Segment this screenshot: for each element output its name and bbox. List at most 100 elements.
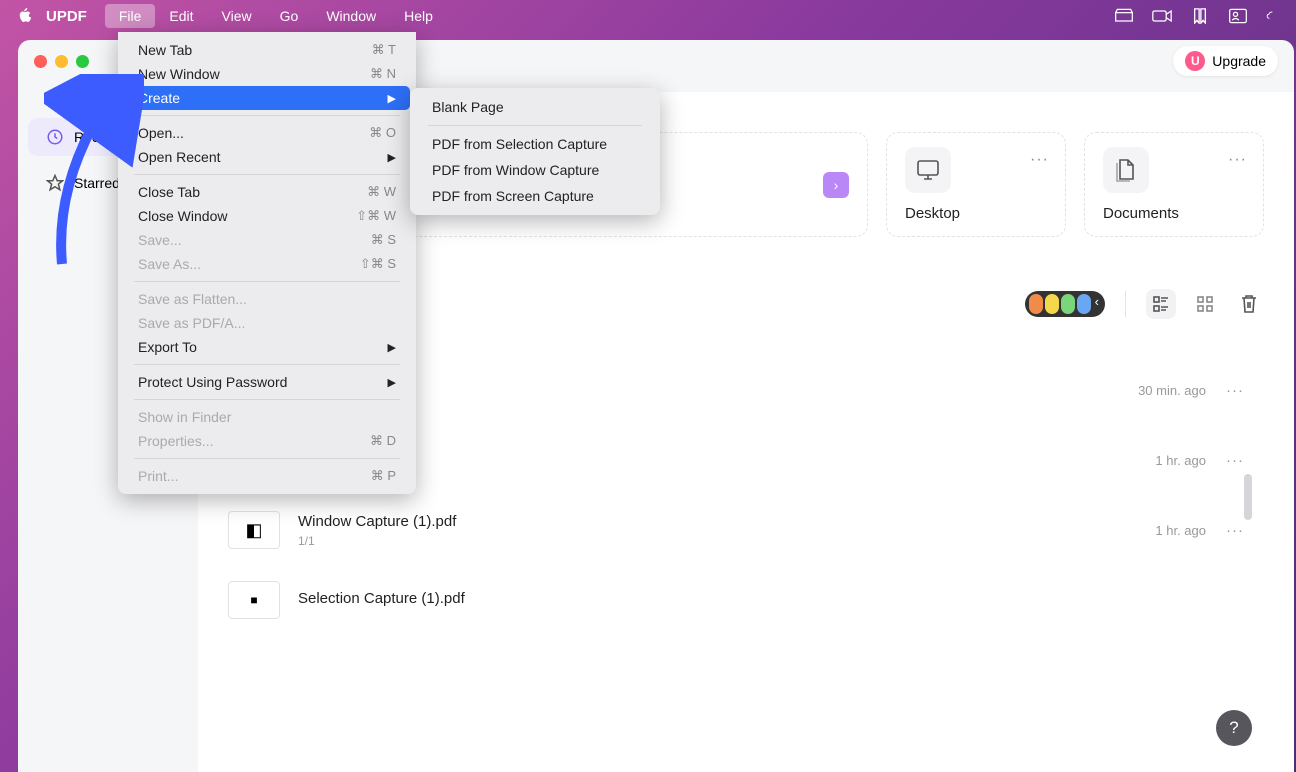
file-row[interactable]: ◧ Window Capture (1).pdf 1/1 1 hr. ago ·… [228,495,1244,565]
sidebar-label: Starred [74,175,120,191]
menu-item-protect-using-password[interactable]: Protect Using Password ▶ [124,370,410,394]
app-name: UPDF [46,8,87,25]
menu-item-label: New Window [138,66,220,82]
menu-shortcut: ⌘ T [372,42,396,58]
menu-item-label: Protect Using Password [138,374,287,390]
close-window-button[interactable] [34,55,47,68]
file-row[interactable]: ■ Selection Capture (1).pdf [228,565,1244,635]
menubar: UPDF File Edit View Go Window Help [0,0,1296,32]
menu-item-new-tab[interactable]: New Tab ⌘ T [124,38,410,62]
menu-shortcut: ⌘ D [370,433,396,449]
color-filter[interactable]: ‹ [1025,291,1105,317]
maximize-window-button[interactable] [76,55,89,68]
color-swatch [1045,294,1059,314]
menu-item-open-[interactable]: Open... ⌘ O [124,121,410,145]
chevron-right-icon: ▶ [388,341,396,354]
minimize-window-button[interactable] [55,55,68,68]
chevron-right-icon: ▶ [388,151,396,164]
menu-item-new-window[interactable]: New Window ⌘ N [124,62,410,86]
menu-item-label: Save as Flatten... [138,291,247,307]
grid-view-button[interactable] [1190,289,1220,319]
card-more-icon[interactable]: ··· [1030,151,1049,169]
card-documents[interactable]: ··· Documents [1084,132,1264,237]
menu-item-close-tab[interactable]: Close Tab ⌘ W [124,180,410,204]
menu-view[interactable]: View [208,4,266,28]
store-icon[interactable] [1114,8,1134,24]
menu-item-open-recent[interactable]: Open Recent ▶ [124,145,410,169]
menu-item-label: Open... [138,125,184,141]
menu-item-export-to[interactable]: Export To▶ [124,335,410,359]
documents-icon [1103,147,1149,193]
menu-item-close-window[interactable]: Close Window ⇧⌘ W [124,204,410,228]
bookmark-icon[interactable] [1190,8,1210,24]
menu-separator [134,399,400,400]
file-name: Selection Capture (1).pdf [298,590,1244,607]
menu-shortcut: ⌘ W [367,184,396,200]
desktop-icon [905,147,951,193]
create-submenu: Blank PagePDF from Selection CapturePDF … [410,88,660,215]
menu-item-label: New Tab [138,42,192,58]
file-more-icon[interactable]: ··· [1226,382,1244,399]
menu-item-save-as-flatten-: Save as Flatten... [124,287,410,311]
card-label: Desktop [905,205,1047,222]
file-more-icon[interactable]: ··· [1226,522,1244,539]
menu-edit[interactable]: Edit [155,4,207,28]
file-name: Window Capture (1).pdf [298,513,1155,530]
menu-item-label: Close Window [138,208,227,224]
menu-separator [134,281,400,282]
menu-item-show-in-finder: Show in Finder [124,405,410,429]
menu-item-label: Save As... [138,256,201,272]
menu-shortcut: ⇧⌘ S [360,256,396,272]
menu-separator [134,174,400,175]
contact-icon[interactable] [1228,8,1248,24]
menu-item-create[interactable]: Create▶ [124,86,410,110]
color-swatch [1077,294,1091,314]
file-more-icon[interactable]: ··· [1226,452,1244,469]
submenu-item-pdf-from-selection-capture[interactable]: PDF from Selection Capture [416,131,654,157]
submenu-item-pdf-from-window-capture[interactable]: PDF from Window Capture [416,157,654,183]
chevron-right-icon: ▶ [388,376,396,389]
file-info [298,388,1138,392]
menu-go[interactable]: Go [266,4,313,28]
camera-icon[interactable] [1152,8,1172,24]
card-desktop[interactable]: ··· Desktop [886,132,1066,237]
file-info: Selection Capture (1).pdf [298,590,1244,611]
menubar-right [1114,8,1280,24]
upgrade-button[interactable]: U Upgrade [1173,46,1278,76]
menu-item-save-: Save... ⌘ S [124,228,410,252]
menu-window[interactable]: Window [312,4,390,28]
chevron-right-icon: ▶ [388,92,396,105]
menu-item-label: Properties... [138,433,213,449]
cloud-icon[interactable] [1266,8,1280,24]
menu-separator [134,458,400,459]
file-info: Window Capture (1).pdf 1/1 [298,513,1155,548]
scrollbar-thumb[interactable] [1244,474,1252,520]
list-view-button[interactable] [1146,289,1176,319]
file-info: .pdf [298,450,1155,471]
menu-item-label: Close Tab [138,184,200,200]
submenu-item-blank-page[interactable]: Blank Page [416,94,654,120]
submenu-item-pdf-from-screen-capture[interactable]: PDF from Screen Capture [416,183,654,209]
separator [1125,291,1126,317]
menu-shortcut: ⌘ O [369,125,396,141]
card-more-icon[interactable]: ··· [1228,151,1247,169]
star-icon [46,174,64,192]
menu-shortcut: ⌘ S [371,232,396,248]
chevron-left-icon: ‹ [1093,294,1101,314]
trash-button[interactable] [1234,289,1264,319]
card-label: Documents [1103,205,1245,222]
menu-help[interactable]: Help [390,4,447,28]
help-button[interactable]: ? [1216,710,1252,746]
clock-icon [46,128,64,146]
menu-item-label: Save... [138,232,182,248]
menu-file[interactable]: File [105,4,156,28]
menu-shortcut: ⌘ P [371,468,396,484]
arrow-right-icon: › [823,172,849,198]
menu-item-label: Save as PDF/A... [138,315,245,331]
menu-shortcut: ⇧⌘ W [356,208,396,224]
toolbar-right: ‹ [1025,289,1264,319]
file-name: .pdf [298,450,1155,467]
menu-shortcut: ⌘ N [370,66,396,82]
file-time: 30 min. ago [1138,383,1206,398]
menu-item-label: Open Recent [138,149,221,165]
